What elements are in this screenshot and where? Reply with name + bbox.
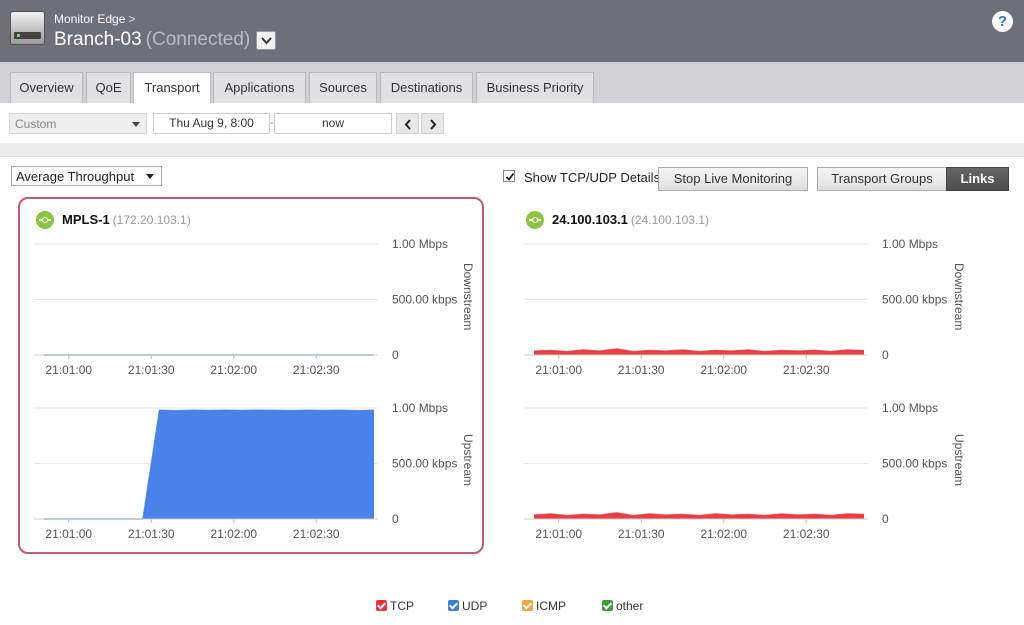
legend-label: TCP (390, 599, 414, 613)
x-tick-label: 21:01:00 (535, 527, 582, 541)
y-tick-label: 0 (392, 348, 399, 362)
x-tick-label: 21:01:00 (45, 363, 92, 377)
chevron-left-icon (404, 119, 411, 130)
legend-label: ICMP (536, 599, 566, 613)
x-tick-label: 21:02:30 (783, 527, 830, 541)
y-tick-label: 0 (882, 512, 889, 526)
direction-label: Upstream (952, 434, 966, 487)
downstream-chart-mpls: 1.00 Mbps 500.00 kbps 0 21:01:00 21:01:30 21:… (34, 237, 457, 377)
legend-item-other[interactable]: other (602, 599, 643, 613)
start-date-field[interactable]: Thu Aug 9, 8:00 (153, 113, 270, 134)
x-tick-label: 21:01:30 (128, 527, 175, 541)
x-tick-label: 21:02:30 (293, 527, 340, 541)
header: Monitor Edge > Branch-03 (Connected) ? (0, 0, 1024, 62)
metric-value: Average Throughput (16, 169, 135, 184)
help-icon[interactable]: ? (992, 11, 1013, 32)
y-tick-label: 1.00 Mbps (882, 401, 938, 415)
link-title: MPLS-1 (172.20.103.1) (62, 212, 191, 227)
legend-item-tcp[interactable]: TCP (376, 599, 414, 613)
x-tick-label: 21:01:00 (535, 363, 582, 377)
x-tick-label: 21:01:30 (128, 363, 175, 377)
edge-name: Branch-03 (54, 29, 142, 50)
y-tick-label: 500.00 kbps (882, 293, 947, 307)
x-tick-label: 21:02:30 (783, 363, 830, 377)
chevron-down-icon (261, 37, 272, 45)
tab-bar: Overview QoE Transport Applications Sour… (0, 62, 1024, 104)
links-button[interactable]: Links (946, 167, 1009, 191)
x-tick-label: 21:02:00 (210, 363, 257, 377)
downstream-chart-internet: 1.00 Mbps 500.00 kbps 0 21:01:00 21:01:30 21:… (524, 237, 947, 377)
tab-business-priority[interactable]: Business Priority (476, 72, 594, 103)
breadcrumb-label[interactable]: Monitor Edge (54, 12, 125, 26)
edge-dropdown-button[interactable] (256, 31, 276, 50)
y-tick-label: 500.00 kbps (392, 457, 457, 471)
tab-applications[interactable]: Applications (213, 72, 306, 103)
breadcrumb[interactable]: Monitor Edge > (54, 12, 135, 26)
x-tick-label: 21:02:30 (293, 363, 340, 377)
direction-label: Downstream (461, 263, 475, 331)
next-range-button[interactable] (421, 113, 444, 134)
y-tick-label: 0 (392, 512, 399, 526)
y-tick-label: 1.00 Mbps (882, 237, 938, 251)
legend-label: other (616, 599, 644, 613)
checkbox-icon (602, 600, 613, 611)
y-tick-label: 1.00 Mbps (392, 237, 448, 251)
time-range-select[interactable]: Custom (9, 113, 147, 134)
series-line-tcp (533, 512, 865, 517)
show-details-label[interactable]: Show TCP/UDP Details (524, 170, 660, 185)
tab-destinations[interactable]: Destinations (380, 72, 473, 103)
transport-groups-button[interactable]: Transport Groups (817, 167, 947, 191)
tab-sources[interactable]: Sources (309, 72, 377, 103)
legend-item-udp[interactable]: UDP (448, 599, 487, 613)
checkbox-icon (448, 600, 459, 611)
edge-device-icon (10, 11, 45, 45)
y-tick-label: 0 (882, 348, 889, 362)
y-tick-label: 1.00 Mbps (392, 401, 448, 415)
link-icon (36, 211, 54, 229)
x-tick-label: 21:02:00 (700, 527, 747, 541)
metric-select[interactable]: Average Throughput (11, 166, 162, 186)
previous-range-button[interactable] (396, 113, 419, 134)
series-area-udp (44, 410, 374, 519)
link-title: 24.100.103.1 (24.100.103.1) (552, 212, 709, 227)
x-tick-label: 21:01:00 (45, 527, 92, 541)
legend-label: UDP (462, 599, 488, 613)
tab-transport[interactable]: Transport (133, 72, 211, 104)
caret-down-icon (132, 122, 140, 127)
tab-overview[interactable]: Overview (10, 72, 83, 103)
direction-label: Upstream (461, 434, 475, 487)
y-tick-label: 500.00 kbps (392, 293, 457, 307)
end-date-field[interactable]: now (274, 113, 392, 134)
upstream-chart-mpls: 1.00 Mbps 500.00 kbps 0 21:01:00 21:01:30 21:… (34, 401, 457, 541)
checkbox-icon (376, 600, 387, 611)
direction-label: Downstream (952, 263, 966, 331)
stop-live-monitoring-button[interactable]: Stop Live Monitoring (658, 167, 808, 191)
upstream-chart-internet: 1.00 Mbps 500.00 kbps 0 21:01:00 21:01:30 21:… (524, 401, 947, 541)
x-tick-label: 21:01:30 (618, 527, 665, 541)
y-tick-label: 500.00 kbps (882, 457, 947, 471)
link-ip: (172.20.103.1) (112, 213, 191, 227)
time-range-value: Custom (15, 117, 57, 131)
edge-status: (Connected) (145, 29, 251, 50)
tab-qoe[interactable]: QoE (86, 72, 131, 103)
date-toolbar: Custom Thu Aug 9, 8:00 - now (0, 103, 1024, 143)
caret-down-icon (146, 174, 154, 179)
link-icon (526, 211, 544, 229)
checkmark-icon (505, 172, 515, 181)
link-ip: (24.100.103.1) (630, 213, 709, 227)
link-name: 24.100.103.1 (552, 212, 628, 227)
chevron-right-icon (430, 119, 437, 130)
divider-band (0, 143, 1024, 156)
x-tick-label: 21:02:00 (210, 527, 257, 541)
x-tick-label: 21:01:30 (618, 363, 665, 377)
checkbox-icon (522, 600, 533, 611)
x-tick-label: 21:02:00 (700, 363, 747, 377)
page-title: Branch-03 (Connected) (54, 29, 250, 51)
show-details-checkbox[interactable] (503, 170, 515, 182)
breadcrumb-separator: > (128, 12, 136, 26)
legend-item-icmp[interactable]: ICMP (522, 599, 566, 613)
link-name: MPLS-1 (62, 212, 110, 227)
